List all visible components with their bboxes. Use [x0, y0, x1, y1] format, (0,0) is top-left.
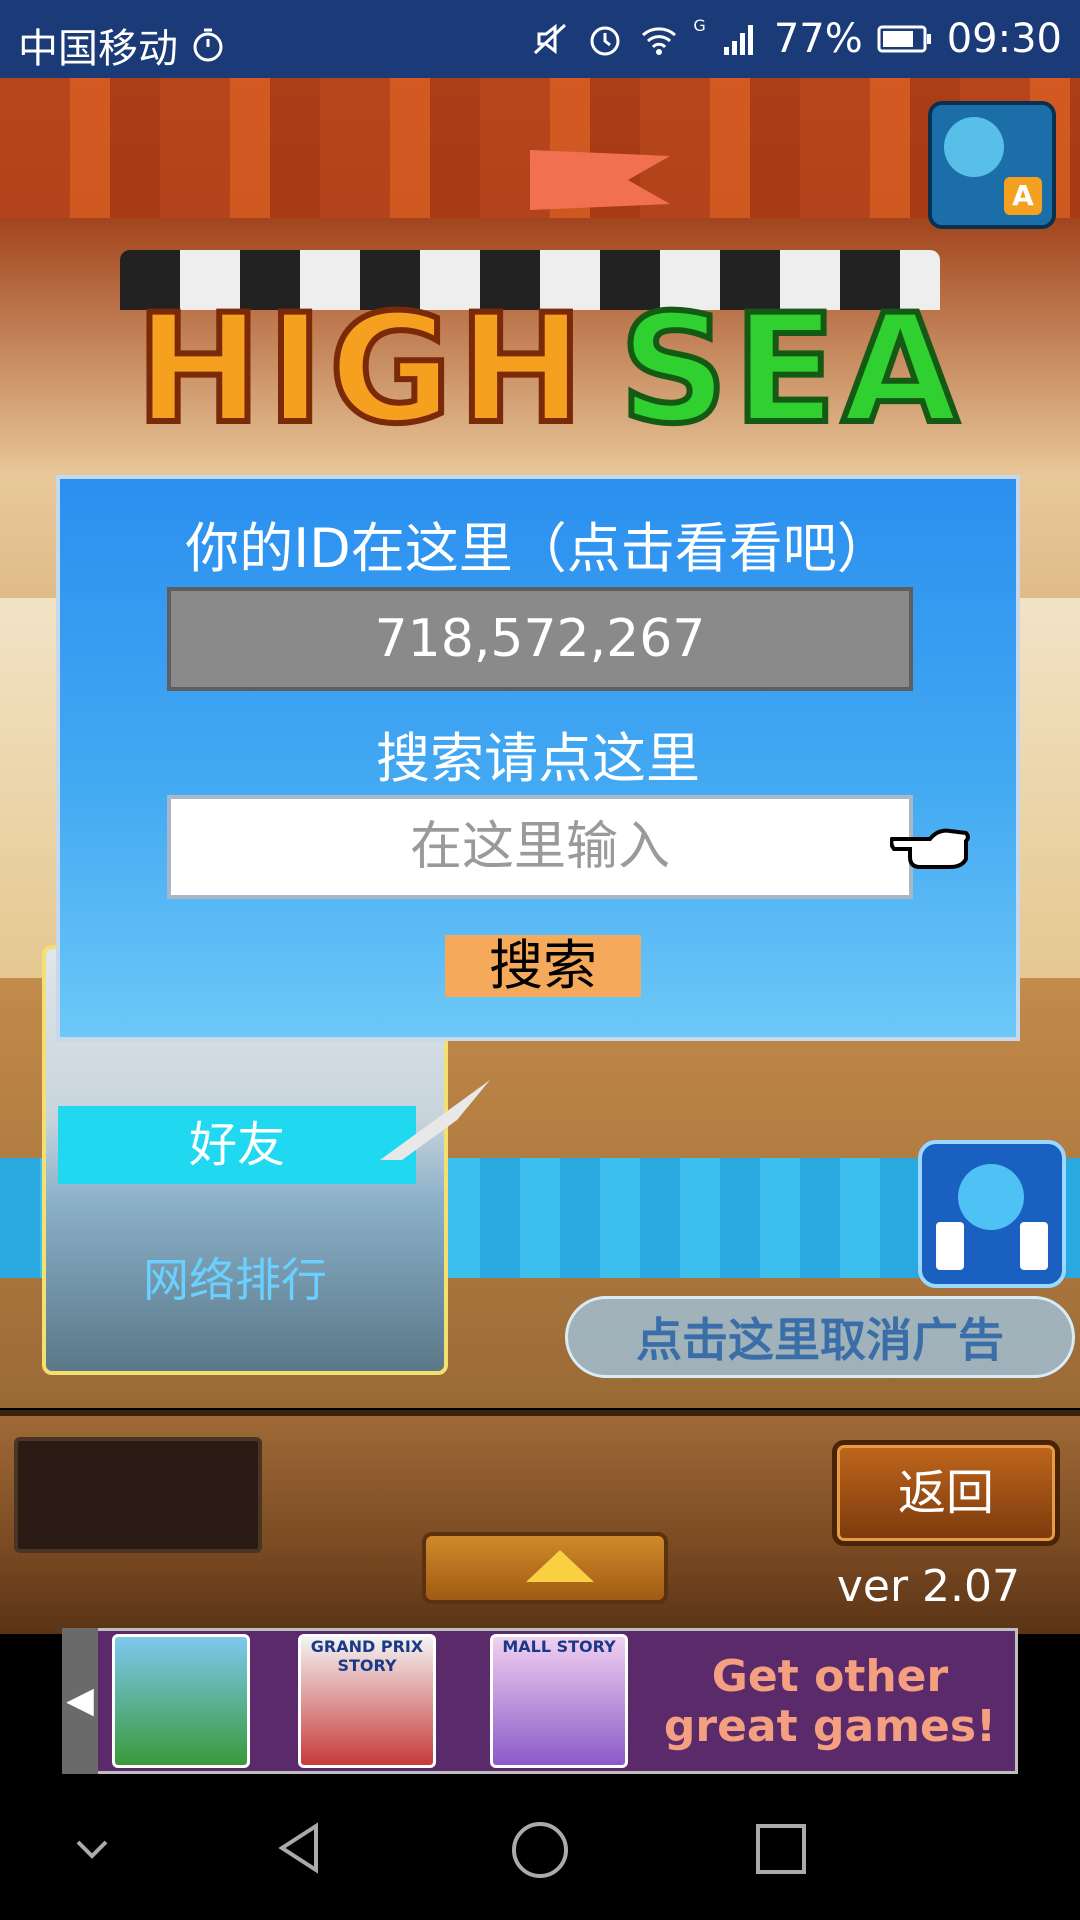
back-button[interactable]: 返回 [832, 1440, 1060, 1546]
player-id-field[interactable]: 718,572,267 [167, 587, 913, 691]
ad-cta-text[interactable]: Get other great games! [652, 1640, 1008, 1764]
online-ranking-button[interactable]: 网络排行 [60, 1250, 410, 1310]
network-type-label: G [693, 15, 706, 35]
navigation-bar [0, 1774, 1080, 1920]
ad-game-tile-1[interactable] [112, 1634, 250, 1768]
alarm-icon [590, 26, 620, 56]
wifi-icon [642, 27, 677, 55]
hide-keyboard-icon[interactable] [72, 1828, 112, 1868]
dialog-title: 你的ID在这里（点击看看吧） [185, 517, 891, 580]
search-input[interactable] [167, 795, 913, 899]
pointing-hand-icon [890, 828, 970, 869]
home-nav-icon[interactable] [510, 1820, 570, 1880]
search-label: 搜索请点这里 [376, 727, 700, 790]
logo-word-high: HIGH [133, 283, 590, 457]
game-logo: HIGH SEA [20, 283, 1080, 457]
signal-icon [723, 25, 753, 55]
phone-icon [936, 1222, 964, 1270]
stopwatch-icon [193, 28, 223, 62]
recents-nav-icon[interactable] [754, 1822, 808, 1876]
carrier-label: 中国移动 [18, 26, 178, 72]
ad-game-tile-2[interactable]: GRAND PRIX STORY [298, 1634, 436, 1768]
search-button[interactable]: 搜索 [445, 935, 641, 997]
back-nav-icon[interactable] [272, 1820, 328, 1876]
share-exchange-button[interactable] [918, 1140, 1066, 1288]
phone-icon [1020, 1222, 1048, 1270]
logo-word-sea: SEA [617, 283, 965, 457]
language-switch-button[interactable]: A [928, 101, 1056, 229]
letter-a-icon: A [1004, 177, 1042, 215]
info-display-box [14, 1437, 262, 1553]
remove-ads-button[interactable]: 点击这里取消广告 [565, 1296, 1075, 1378]
clock: 09:30 [946, 16, 1062, 62]
id-search-dialog: 你的ID在这里（点击看看吧） 718,572,267 搜索请点这里 搜索 [56, 475, 1020, 1041]
globe-icon [944, 117, 1004, 177]
arrow-up-icon [526, 1550, 594, 1582]
ad-scroll-left-button[interactable]: ◀ [62, 1628, 98, 1774]
friends-tab[interactable]: 好友 [58, 1106, 416, 1184]
ad-game-tile-3[interactable]: MALL STORY [490, 1634, 628, 1768]
status-bar: 中国移动 G 77% 09:30 [0, 0, 1080, 78]
version-label: ver 2.07 [836, 1561, 1020, 1612]
globe-icon [958, 1164, 1024, 1230]
expand-menu-button[interactable] [422, 1532, 668, 1604]
mute-icon [534, 23, 567, 55]
battery-icon [877, 25, 931, 53]
battery-percent: 77% [773, 16, 863, 62]
